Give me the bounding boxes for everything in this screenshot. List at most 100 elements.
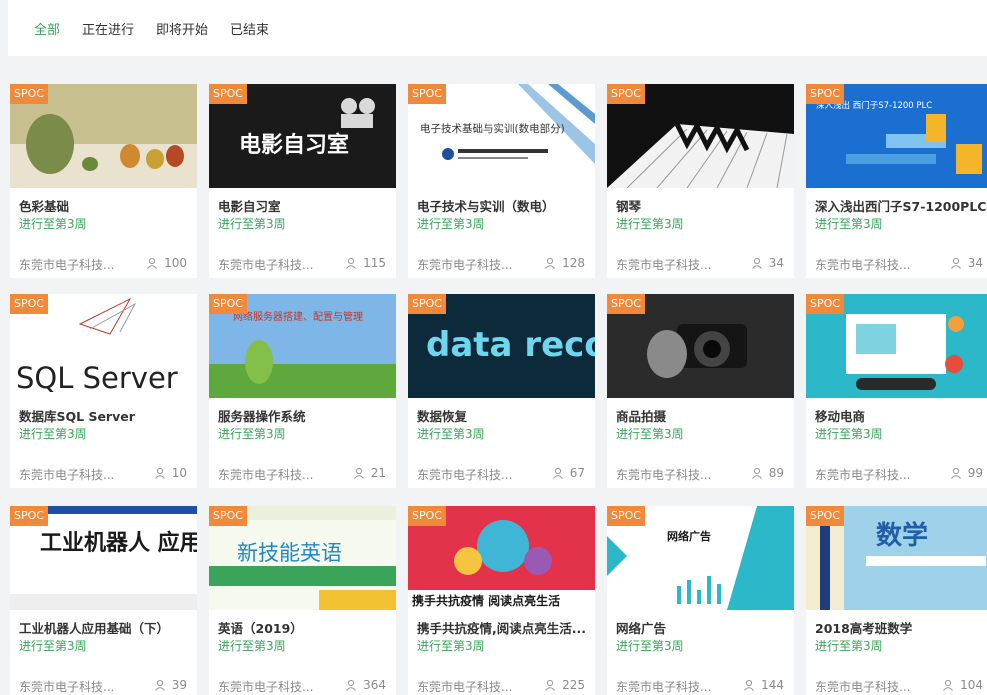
person-icon bbox=[346, 679, 356, 691]
course-status: 进行至第3周 bbox=[218, 639, 286, 653]
course-status: 进行至第3周 bbox=[417, 639, 485, 653]
person-icon bbox=[545, 679, 555, 691]
enrollment-number: 104 bbox=[960, 678, 983, 692]
course-school: 东莞市电子科技... bbox=[19, 258, 115, 272]
course-card[interactable]: 电影自习室 SPOC 电影自习室 进行至第3周 东莞市电子科技... 115 bbox=[209, 84, 396, 278]
person-icon bbox=[154, 467, 165, 479]
enrollment-count: 225 bbox=[544, 678, 585, 692]
course-title[interactable]: 工业机器人应用基础（下） bbox=[19, 618, 191, 637]
course-title[interactable]: 服务器操作系统 bbox=[218, 406, 390, 425]
course-card[interactable]: SPOC 商品拍摄 进行至第3周 东莞市电子科技... 89 bbox=[607, 294, 794, 488]
course-title[interactable]: 钢琴 bbox=[616, 196, 788, 215]
thumbnail-text: 网络服务器搭建、配置与管理 bbox=[233, 310, 363, 323]
spoc-tag: SPOC bbox=[10, 84, 48, 104]
course-title[interactable]: 携手共抗疫情,阅读点亮生活... bbox=[417, 618, 589, 637]
course-card[interactable]: 网络广告 SPOC 网络广告 进行至第3周 东莞市电子科技... 144 bbox=[607, 506, 794, 695]
course-title[interactable]: 数据库SQL Server bbox=[19, 406, 191, 425]
enrollment-count: 99 bbox=[950, 466, 983, 480]
course-school: 东莞市电子科技... bbox=[417, 468, 513, 482]
person-icon bbox=[346, 257, 356, 269]
person-icon bbox=[154, 679, 165, 691]
course-title[interactable]: 电影自习室 bbox=[218, 196, 390, 215]
spoc-tag: SPOC bbox=[209, 506, 247, 526]
thumbnail-text: 电子技术基础与实训(数电部分) bbox=[420, 122, 565, 135]
course-status: 进行至第3周 bbox=[218, 217, 286, 231]
course-status: 进行至第3周 bbox=[815, 427, 883, 441]
course-card[interactable]: SPOC 色彩基础 进行至第3周 东莞市电子科技... 100 bbox=[10, 84, 197, 278]
course-status: 进行至第3周 bbox=[417, 217, 485, 231]
course-school: 东莞市电子科技... bbox=[815, 680, 911, 694]
spoc-tag: SPOC bbox=[408, 294, 446, 314]
course-card[interactable]: 工业机器人 应用基础 SPOC 工业机器人应用基础（下） 进行至第3周 东莞市电… bbox=[10, 506, 197, 695]
course-school: 东莞市电子科技... bbox=[417, 258, 513, 272]
course-title[interactable]: 英语（2019） bbox=[218, 618, 390, 637]
enrollment-number: 364 bbox=[363, 678, 386, 692]
course-status: 进行至第3周 bbox=[417, 427, 485, 441]
tab-upcoming[interactable]: 即将开始 bbox=[156, 19, 208, 38]
spoc-tag: SPOC bbox=[806, 84, 844, 104]
course-status: 进行至第3周 bbox=[218, 427, 286, 441]
course-status: 进行至第3周 bbox=[815, 639, 883, 653]
thumbnail-text: 电影自习室 bbox=[239, 132, 349, 158]
course-school: 东莞市电子科技... bbox=[218, 468, 314, 482]
tab-in-progress[interactable]: 正在进行 bbox=[82, 19, 134, 38]
course-school: 东莞市电子科技... bbox=[19, 680, 115, 694]
thumbnail-text: 网络广告 bbox=[667, 529, 711, 543]
spoc-tag: SPOC bbox=[806, 294, 844, 314]
course-school: 东莞市电子科技... bbox=[19, 468, 115, 482]
enrollment-count: 34 bbox=[950, 256, 983, 270]
tab-all[interactable]: 全部 bbox=[34, 19, 60, 38]
course-status: 进行至第3周 bbox=[815, 217, 883, 231]
person-icon bbox=[147, 257, 157, 269]
course-card[interactable]: 电子技术基础与实训(数电部分) SPOC 电子技术与实训（数电） 进行至第3周 … bbox=[408, 84, 595, 278]
filter-tabs: 全部 正在进行 即将开始 已结束 bbox=[8, 0, 987, 56]
course-card[interactable]: data recovery SPOC 数据恢复 进行至第3周 东莞市电子科技..… bbox=[408, 294, 595, 488]
course-card[interactable]: 新技能英语 SPOC 英语（2019） 进行至第3周 东莞市电子科技... 36… bbox=[209, 506, 396, 695]
course-school: 东莞市电子科技... bbox=[616, 680, 712, 694]
course-title[interactable]: 商品拍摄 bbox=[616, 406, 788, 425]
thumbnail-text: 数学 bbox=[876, 520, 928, 551]
enrollment-count: 21 bbox=[353, 466, 386, 480]
course-card[interactable]: 数学 SPOC 2018高考班数学 进行至第3周 东莞市电子科技... 104 bbox=[806, 506, 987, 695]
tab-ended[interactable]: 已结束 bbox=[230, 19, 269, 38]
enrollment-number: 100 bbox=[164, 256, 187, 270]
course-status: 进行至第3周 bbox=[19, 217, 87, 231]
enrollment-count: 144 bbox=[743, 678, 784, 692]
enrollment-count: 104 bbox=[942, 678, 983, 692]
course-school: 东莞市电子科技... bbox=[815, 258, 911, 272]
person-icon bbox=[751, 257, 762, 269]
enrollment-count: 34 bbox=[751, 256, 784, 270]
thumbnail-text: 携手共抗疫情 阅读点亮生活 bbox=[412, 593, 560, 608]
spoc-tag: SPOC bbox=[408, 84, 446, 104]
enrollment-count: 115 bbox=[345, 256, 386, 270]
course-list-page: 全部 正在进行 即将开始 已结束 SPOC 色彩基础 进行至第3周 东莞市电子科… bbox=[0, 0, 987, 695]
course-status: 进行至第3周 bbox=[19, 427, 87, 441]
enrollment-number: 144 bbox=[761, 678, 784, 692]
spoc-tag: SPOC bbox=[607, 506, 645, 526]
course-title[interactable]: 数据恢复 bbox=[417, 406, 589, 425]
thumbnail-text: SQL Server bbox=[16, 361, 178, 395]
enrollment-count: 67 bbox=[552, 466, 585, 480]
enrollment-count: 89 bbox=[751, 466, 784, 480]
course-school: 东莞市电子科技... bbox=[616, 258, 712, 272]
course-card[interactable]: SPOC 钢琴 进行至第3周 东莞市电子科技... 34 bbox=[607, 84, 794, 278]
course-title[interactable]: 色彩基础 bbox=[19, 196, 191, 215]
course-title[interactable]: 2018高考班数学 bbox=[815, 618, 987, 637]
course-title[interactable]: 移动电商 bbox=[815, 406, 987, 425]
person-icon bbox=[353, 467, 364, 479]
course-card[interactable]: SPOC 移动电商 进行至第3周 东莞市电子科技... 99 bbox=[806, 294, 987, 488]
course-title[interactable]: 深入浅出西门子S7-1200PLC bbox=[815, 196, 987, 215]
course-title[interactable]: 电子技术与实训（数电） bbox=[417, 196, 589, 215]
spoc-tag: SPOC bbox=[209, 84, 247, 104]
thumbnail-text: 工业机器人 应用基础 bbox=[40, 530, 197, 556]
enrollment-number: 34 bbox=[967, 256, 983, 270]
course-title[interactable]: 网络广告 bbox=[616, 618, 788, 637]
person-icon bbox=[751, 467, 762, 479]
course-card[interactable]: SQL Server SPOC 数据库SQL Server 进行至第3周 东莞市… bbox=[10, 294, 197, 488]
course-card[interactable]: 携手共抗疫情 阅读点亮生活 SPOC 携手共抗疫情,阅读点亮生活... 进行至第… bbox=[408, 506, 595, 695]
course-card[interactable]: 深入浅出 西门子S7-1200 PLC SPOC 深入浅出西门子S7-1200P… bbox=[806, 84, 987, 278]
enrollment-number: 115 bbox=[363, 256, 386, 270]
course-school: 东莞市电子科技... bbox=[417, 680, 513, 694]
course-card[interactable]: 网络服务器搭建、配置与管理 SPOC 服务器操作系统 进行至第3周 东莞市电子科… bbox=[209, 294, 396, 488]
spoc-tag: SPOC bbox=[607, 294, 645, 314]
